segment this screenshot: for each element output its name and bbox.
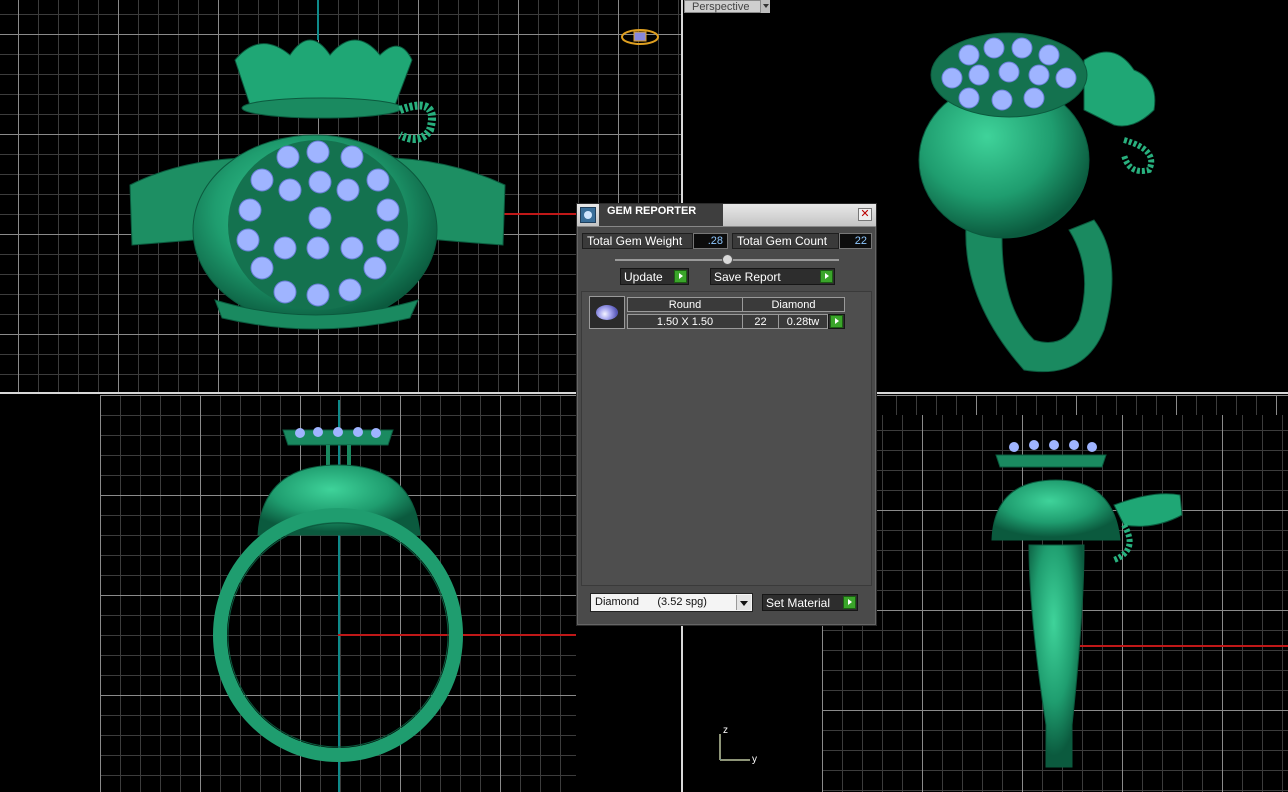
gem-shape: Round [627, 297, 743, 312]
gem-weight: 0.28tw [778, 314, 828, 329]
gem-list[interactable]: Round Diamond 1.50 X 1.50 22 0.28tw [581, 291, 872, 586]
y-axis-label: y [752, 754, 757, 765]
splitter-handle[interactable] [722, 254, 733, 265]
view-cube-icon[interactable] [620, 26, 660, 48]
play-arrow-icon [830, 315, 843, 328]
save-report-button-label: Save Report [714, 270, 781, 284]
total-gem-count-label: Total Gem Count [732, 233, 839, 249]
play-arrow-icon [820, 270, 833, 283]
gem-reporter-dialog[interactable]: GEM REPORTER ✕ Total Gem Weight .28 Tota… [576, 203, 877, 626]
gem-row-select-button[interactable] [828, 314, 845, 329]
axis-indicator: z y [719, 725, 757, 765]
update-button[interactable]: Update [620, 268, 689, 285]
chevron-down-icon[interactable] [736, 595, 751, 610]
round-diamond-icon[interactable] [589, 296, 625, 329]
play-arrow-icon [843, 596, 856, 609]
update-button-label: Update [624, 270, 663, 284]
gem-size: 1.50 X 1.50 [627, 314, 743, 329]
title-bar[interactable]: GEM REPORTER ✕ [577, 204, 876, 227]
total-gem-weight-label: Total Gem Weight [582, 233, 693, 249]
play-arrow-icon [674, 270, 687, 283]
material-select-value: Diamond (3.52 spg) [595, 596, 707, 608]
set-material-button-label: Set Material [766, 596, 831, 610]
material-select[interactable]: Diamond (3.52 spg) [590, 593, 753, 612]
z-axis-label: z [723, 725, 728, 736]
dialog-title: GEM REPORTER [599, 204, 723, 226]
total-gem-count-value: 22 [839, 233, 872, 249]
total-gem-weight-value: .28 [693, 233, 728, 249]
save-report-button[interactable]: Save Report [710, 268, 835, 285]
gem-material: Diamond [742, 297, 845, 312]
gem-count: 22 [742, 314, 779, 329]
set-material-button[interactable]: Set Material [762, 594, 858, 611]
gem-reporter-icon [580, 207, 596, 223]
chevron-down-icon[interactable] [760, 0, 770, 13]
close-button[interactable]: ✕ [858, 208, 872, 221]
perspective-view-label[interactable]: Perspective [684, 0, 770, 13]
